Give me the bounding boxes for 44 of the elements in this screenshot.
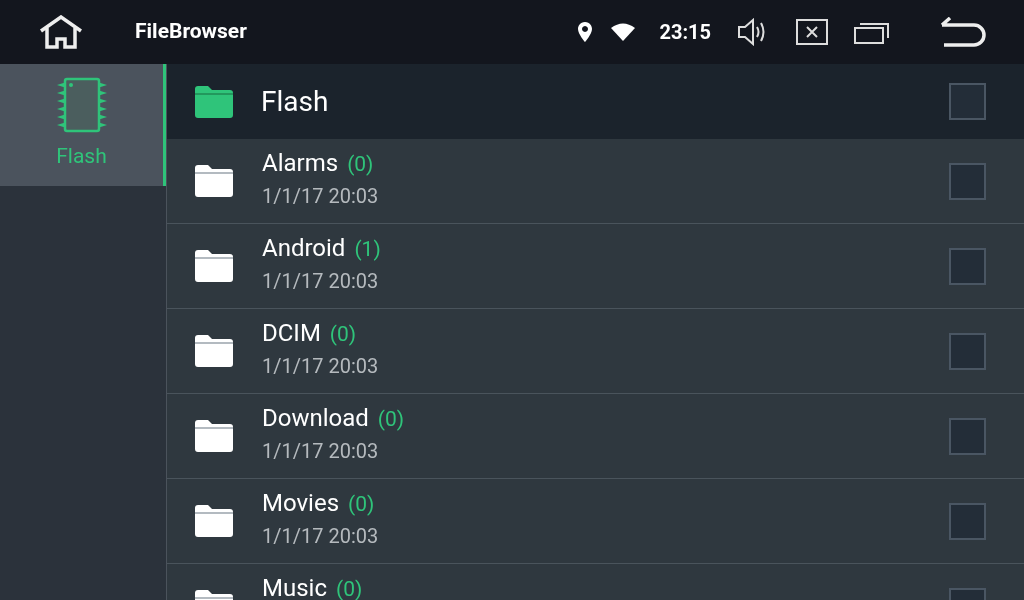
file-row[interactable]: Alarms (0) 1/1/17 20:03 <box>167 139 1024 224</box>
file-row[interactable]: Music (0) <box>167 564 1024 600</box>
recent-apps-icon[interactable] <box>854 20 890 44</box>
folder-name: DCIM <box>262 320 321 346</box>
modified-date: 1/1/17 20:03 <box>262 437 380 465</box>
item-count: (0) <box>377 406 405 433</box>
modified-date: 1/1/17 20:03 <box>262 352 380 380</box>
file-row[interactable]: Download (0) 1/1/17 20:03 <box>167 394 1024 479</box>
checkbox[interactable] <box>949 83 986 120</box>
wifi-icon <box>610 22 637 42</box>
checkbox[interactable] <box>949 247 986 285</box>
item-count: (0) <box>348 491 375 518</box>
file-row[interactable]: Movies (0) 1/1/17 20:03 <box>167 479 1024 564</box>
folder-name: Alarms <box>262 150 339 176</box>
folder-icon <box>194 334 234 368</box>
file-row[interactable]: Android (1) 1/1/17 20:03 <box>167 224 1024 309</box>
folder-icon <box>194 504 234 538</box>
item-count: (0) <box>329 321 357 348</box>
folder-name: Android <box>262 235 346 261</box>
folder-icon <box>194 84 234 119</box>
modified-date: 1/1/17 20:03 <box>262 182 380 210</box>
item-count: (0) <box>335 576 363 600</box>
folder-title: Flash <box>261 83 330 120</box>
modified-date: 1/1/17 20:03 <box>262 522 380 550</box>
clock-time: 23:15 <box>659 19 711 46</box>
modified-date: 1/1/17 20:03 <box>262 267 380 295</box>
folder-icon <box>194 419 234 453</box>
folder-icon <box>194 249 234 283</box>
item-count: (1) <box>354 236 381 263</box>
folder-name: Movies <box>262 490 340 516</box>
app-title: FileBrowser <box>135 18 247 46</box>
checkbox[interactable] <box>949 502 986 540</box>
back-icon[interactable] <box>940 17 986 47</box>
checkbox[interactable] <box>949 417 986 455</box>
location-icon <box>577 21 594 43</box>
checkbox[interactable] <box>949 332 986 370</box>
folder-icon <box>194 164 234 198</box>
file-row[interactable]: DCIM (0) 1/1/17 20:03 <box>167 309 1024 394</box>
item-count: (0) <box>347 151 374 178</box>
checkbox[interactable] <box>949 162 986 200</box>
folder-name: Music <box>262 575 327 600</box>
home-icon[interactable] <box>38 15 84 49</box>
folder-name: Download <box>262 405 369 431</box>
close-icon[interactable] <box>796 19 828 45</box>
